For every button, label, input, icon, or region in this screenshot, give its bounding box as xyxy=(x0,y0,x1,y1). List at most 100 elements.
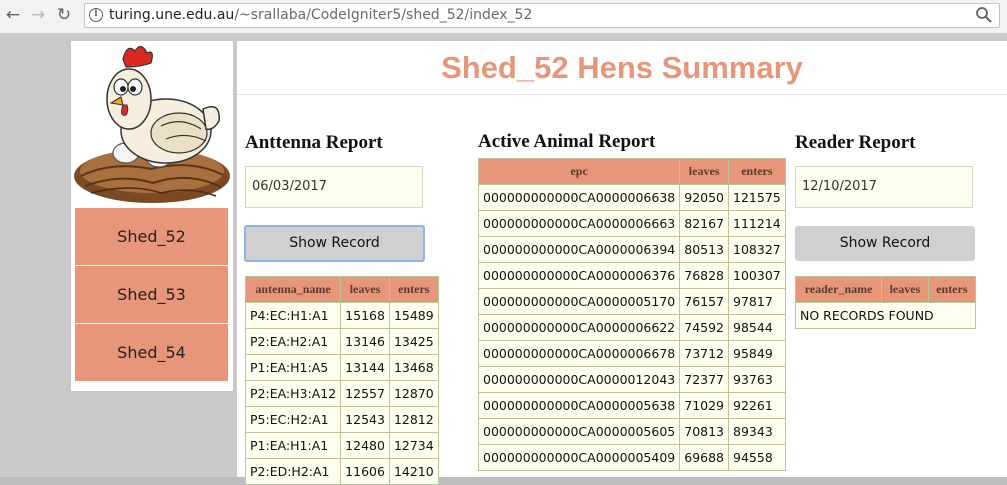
table-row: P5:EC:H2:A1 12543 12812 xyxy=(244,406,439,433)
url-path: /~srallaba/CodeIgniter5/shed_52/index_52 xyxy=(234,7,533,23)
sidebar-item-shed-53[interactable]: Shed_53 xyxy=(75,266,228,323)
table-row: 000000000000CA0000012043 72377 93763 xyxy=(477,366,786,393)
page: Shed_52 Shed_53 Shed_54 Shed_52 Hens Sum… xyxy=(0,34,1007,485)
main-content: Shed_52 Hens Summary Anttenna Report 06/… xyxy=(237,41,1007,485)
url-text: turing.une.edu.au/~srallaba/CodeIgniter5… xyxy=(109,7,532,23)
table-cell-enters: 111214 xyxy=(728,210,786,237)
table-cell-leaves: 11606 xyxy=(340,458,390,485)
address-bar[interactable]: i turing.une.edu.au/~srallaba/CodeIgnite… xyxy=(84,3,1000,28)
table-row: 000000000000CA0000006663 82167 111214 xyxy=(477,210,786,237)
table-cell-epc: 000000000000CA0000006394 xyxy=(477,236,681,263)
table-row: NO RECORDS FOUND xyxy=(795,302,976,329)
reader-show-record-button[interactable]: Show Record xyxy=(795,226,975,261)
table-row: 000000000000CA0000006638 92050 121575 xyxy=(477,184,786,211)
table-cell-leaves: 73712 xyxy=(679,340,730,367)
table-row: 000000000000CA0000006376 76828 100307 xyxy=(477,262,786,289)
table-cell-enters: 95849 xyxy=(728,340,786,367)
table-cell-antenna-name: P2:EA:H3:A12 xyxy=(244,380,342,407)
table-row: P2:ED:H2:A1 11606 14210 xyxy=(244,458,439,485)
table-cell-antenna-name: P1:EA:H1:A1 xyxy=(244,432,342,459)
shed-menu: Shed_52 Shed_53 Shed_54 xyxy=(75,208,228,382)
sidebar: Shed_52 Shed_53 Shed_54 xyxy=(71,41,233,391)
table-row: 000000000000CA0000006678 73712 95849 xyxy=(477,340,786,367)
table-cell-epc: 000000000000CA0000006663 xyxy=(477,210,681,237)
table-cell-leaves: 13144 xyxy=(340,354,390,381)
antenna-show-record-button[interactable]: Show Record xyxy=(244,225,425,262)
active-animal-table: epc leaves enters 000000000000CA0000006638… xyxy=(477,158,786,471)
table-cell-enters: 15489 xyxy=(388,302,439,329)
table-row: P2:EA:H3:A12 12557 12870 xyxy=(244,380,439,407)
column-header-enters: enters xyxy=(728,158,786,185)
table-cell-leaves: 71029 xyxy=(679,392,730,419)
reader-table: reader_name leaves enters NO RECORDS FOUND xyxy=(794,276,977,329)
column-header-reader-name: reader_name xyxy=(794,276,883,303)
sidebar-item-shed-54[interactable]: Shed_54 xyxy=(75,324,228,381)
site-info-icon[interactable]: i xyxy=(89,8,103,22)
zoom-icon[interactable] xyxy=(975,6,993,24)
column-header-leaves: leaves xyxy=(340,276,390,303)
table-row: 000000000000CA0000005605 70813 89343 xyxy=(477,418,786,445)
column-header-enters: enters xyxy=(927,276,977,303)
table-row: P1:EA:H1:A5 13144 13468 xyxy=(244,354,439,381)
table-cell-leaves: 12543 xyxy=(340,406,390,433)
table-cell-leaves: 82167 xyxy=(679,210,730,237)
table-cell-antenna-name: P4:EC:H1:A1 xyxy=(244,302,342,329)
table-cell-leaves: 70813 xyxy=(679,418,730,445)
url-host: turing.une.edu.au xyxy=(109,7,235,23)
table-row: 000000000000CA0000005170 76157 97817 xyxy=(477,288,786,315)
table-cell-enters: 12734 xyxy=(388,432,439,459)
table-cell-enters: 121575 xyxy=(728,184,786,211)
table-cell-leaves: 74592 xyxy=(679,314,730,341)
table-cell-epc: 000000000000CA0000012043 xyxy=(477,366,681,393)
table-cell-enters: 94558 xyxy=(728,444,786,471)
sidebar-item-shed-52[interactable]: Shed_52 xyxy=(75,208,228,265)
table-cell-antenna-name: P2:EA:H2:A1 xyxy=(244,328,342,355)
no-records-message: NO RECORDS FOUND xyxy=(795,302,976,329)
active-animal-report-heading: Active Animal Report xyxy=(478,131,656,152)
reader-report-heading: Reader Report xyxy=(795,132,916,153)
table-cell-epc: 000000000000CA0000006638 xyxy=(477,184,681,211)
table-cell-epc: 000000000000CA0000006678 xyxy=(477,340,681,367)
table-cell-enters: 93763 xyxy=(728,366,786,393)
table-cell-leaves: 15168 xyxy=(340,302,390,329)
table-cell-leaves: 12480 xyxy=(340,432,390,459)
column-header-leaves: leaves xyxy=(679,158,730,185)
column-header-enters: enters xyxy=(388,276,439,303)
table-cell-enters: 13425 xyxy=(388,328,439,355)
table-row: 000000000000CA0000006394 80513 108327 xyxy=(477,236,786,263)
page-title: Shed_52 Hens Summary xyxy=(237,41,1007,95)
reload-icon[interactable]: ↻ xyxy=(53,4,75,26)
antenna-report-heading: Anttenna Report xyxy=(245,132,383,153)
table-cell-epc: 000000000000CA0000005170 xyxy=(477,288,681,315)
column-header-leaves: leaves xyxy=(881,276,929,303)
column-header-epc: epc xyxy=(477,158,681,185)
table-cell-enters: 14210 xyxy=(388,458,439,485)
column-header-antenna-name: antenna_name xyxy=(244,276,342,303)
table-cell-enters: 100307 xyxy=(728,262,786,289)
table-cell-antenna-name: P5:EC:H2:A1 xyxy=(244,406,342,433)
table-cell-leaves: 92050 xyxy=(679,184,730,211)
table-cell-antenna-name: P1:EA:H1:A5 xyxy=(244,354,342,381)
table-row: 000000000000CA0000005638 71029 92261 xyxy=(477,392,786,419)
back-icon[interactable]: ← xyxy=(2,4,24,26)
table-cell-antenna-name: P2:ED:H2:A1 xyxy=(244,458,342,485)
reader-date-field[interactable]: 12/10/2017 xyxy=(795,166,973,208)
browser-toolbar: ← → ↻ i turing.une.edu.au/~srallaba/Code… xyxy=(0,0,1007,34)
table-cell-epc: 000000000000CA0000005638 xyxy=(477,392,681,419)
table-cell-enters: 12870 xyxy=(388,380,439,407)
table-cell-epc: 000000000000CA0000005409 xyxy=(477,444,681,471)
antenna-date-field[interactable]: 06/03/2017 xyxy=(245,166,423,208)
table-cell-epc: 000000000000CA0000006376 xyxy=(477,262,681,289)
forward-icon[interactable]: → xyxy=(27,4,49,26)
table-cell-enters: 97817 xyxy=(728,288,786,315)
table-cell-enters: 13468 xyxy=(388,354,439,381)
table-cell-epc: 000000000000CA0000005605 xyxy=(477,418,681,445)
table-row: P2:EA:H2:A1 13146 13425 xyxy=(244,328,439,355)
table-cell-leaves: 76157 xyxy=(679,288,730,315)
table-cell-epc: 000000000000CA0000006622 xyxy=(477,314,681,341)
table-cell-leaves: 13146 xyxy=(340,328,390,355)
table-row: 000000000000CA0000006622 74592 98544 xyxy=(477,314,786,341)
table-row: 000000000000CA0000005409 69688 94558 xyxy=(477,444,786,471)
table-cell-enters: 12812 xyxy=(388,406,439,433)
table-cell-enters: 92261 xyxy=(728,392,786,419)
